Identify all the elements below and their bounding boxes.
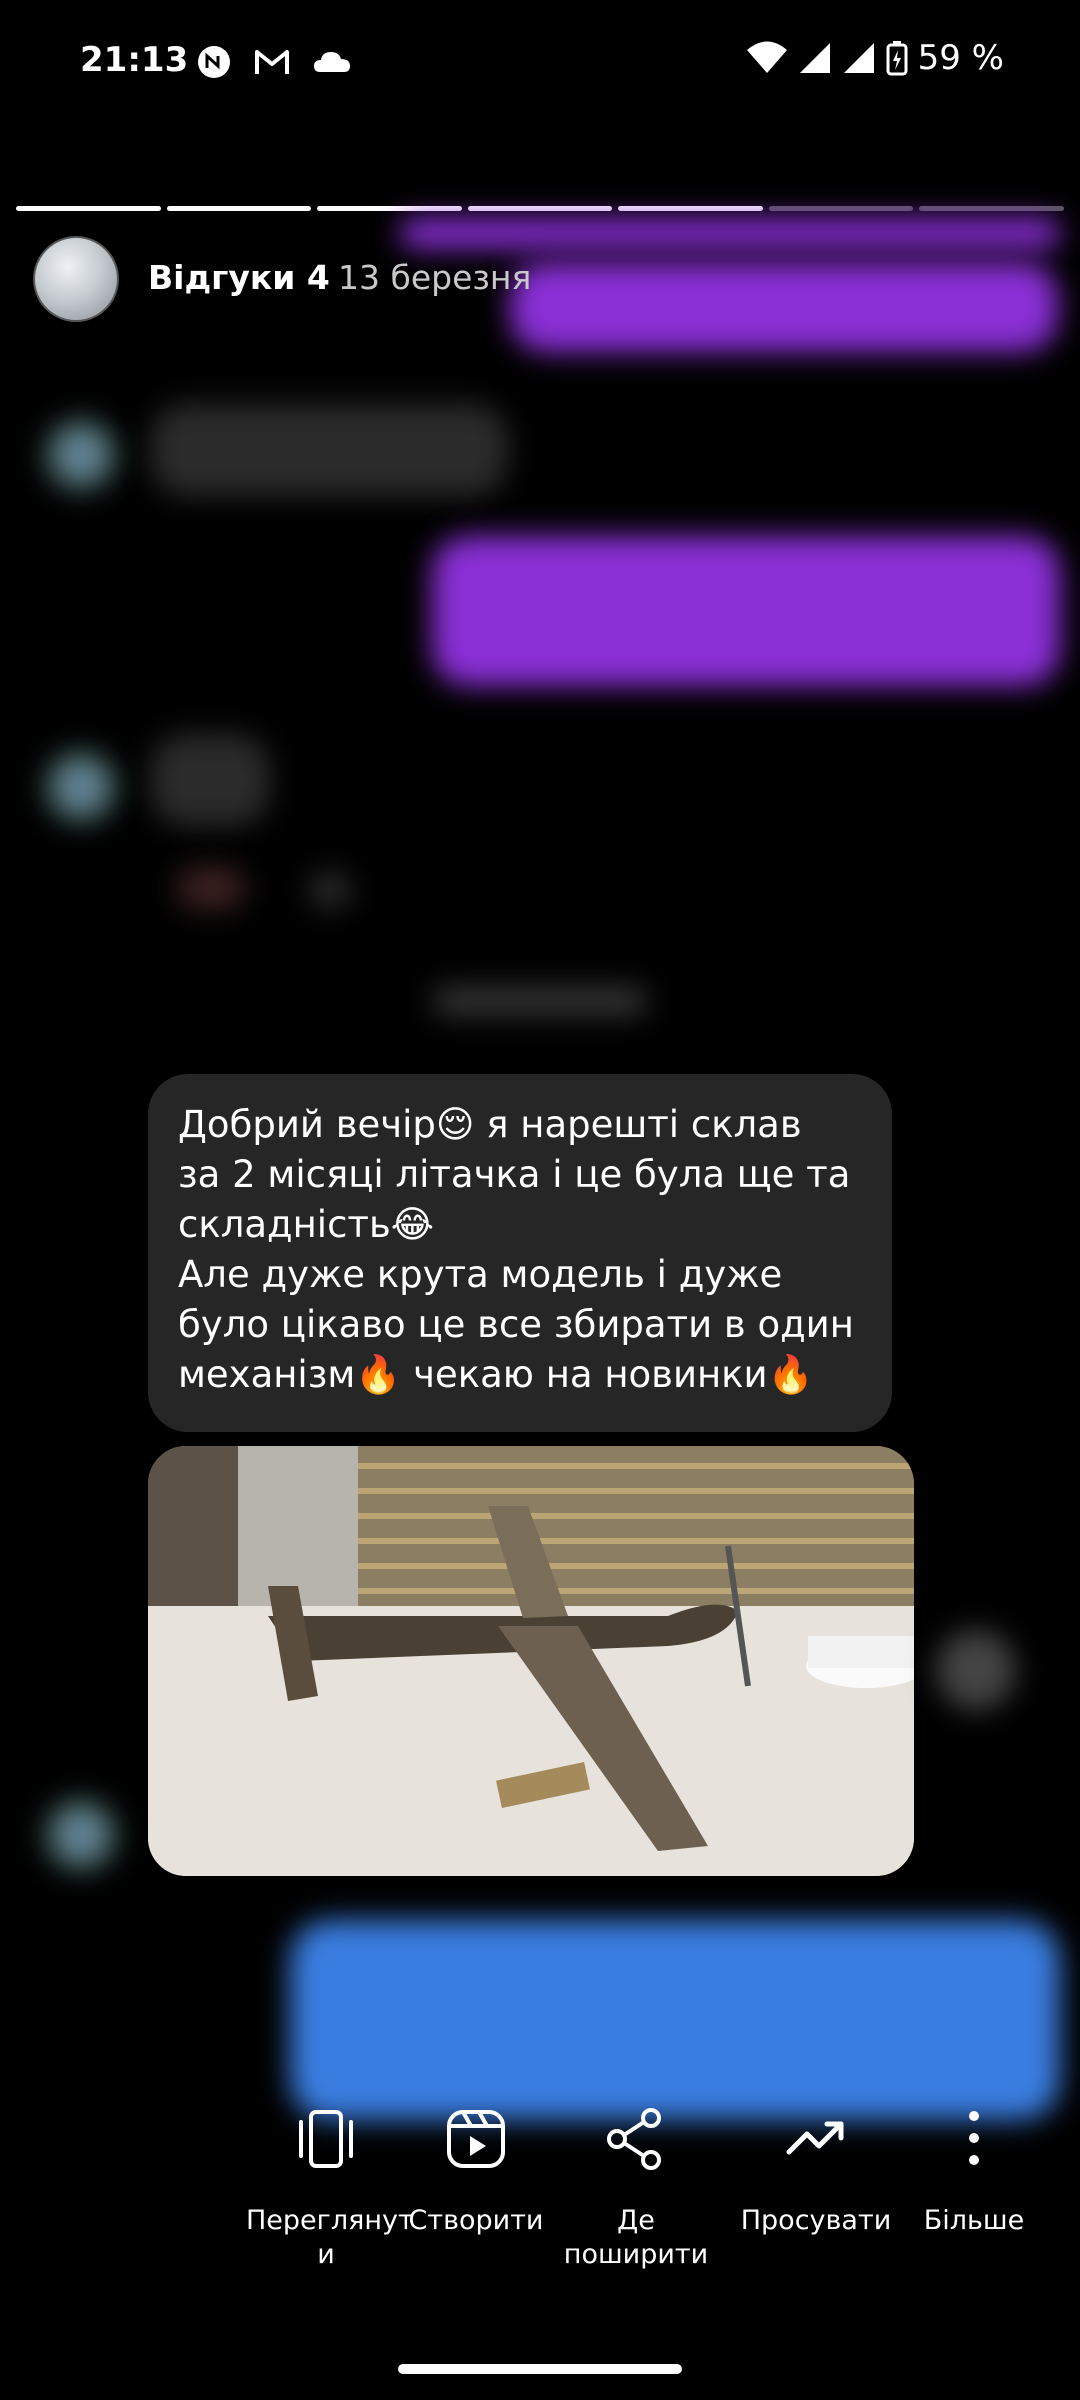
blurred-outgoing-bubble	[510, 262, 1058, 352]
action-view[interactable]: Переглянут и	[246, 2106, 414, 2272]
more-icon	[969, 2111, 979, 2165]
status-right: 59 %	[746, 38, 1004, 78]
action-promote[interactable]: Просувати	[736, 2106, 896, 2238]
action-share[interactable]: Де поширити	[556, 2106, 716, 2272]
story-progress-segment	[166, 206, 312, 211]
signal-icon-2	[843, 43, 874, 73]
action-create[interactable]: Створити	[396, 2106, 556, 2238]
battery-icon	[886, 41, 908, 76]
story-progress-segment	[317, 206, 462, 211]
blurred-incoming-bubble	[150, 734, 270, 826]
battery-percent: 59 %	[917, 38, 1004, 78]
message-photo[interactable]	[148, 1446, 914, 1876]
promote-icon	[786, 2121, 844, 2155]
action-share-label: Де поширити	[563, 2205, 709, 2270]
action-view-label: Переглянут и	[246, 2205, 414, 2270]
blurred-outgoing-bubble	[400, 218, 1060, 248]
wifi-icon	[746, 41, 787, 73]
blurred-reaction	[176, 866, 246, 910]
story-author[interactable]: Відгуки 4	[148, 258, 330, 297]
story-progress-fill	[317, 206, 462, 211]
story-progress-fill	[166, 206, 312, 211]
author-avatar[interactable]	[33, 236, 119, 322]
blurred-avatar	[46, 420, 116, 490]
nfc-icon	[198, 46, 230, 78]
blurred-outgoing-bubble-blue	[290, 1920, 1060, 2120]
story-date: 13 березня	[338, 258, 532, 297]
share-icon	[607, 2108, 661, 2170]
action-create-label: Створити	[408, 2205, 544, 2236]
blurred-avatar	[46, 752, 116, 822]
story-progress-segment	[618, 206, 763, 211]
story-progress-segment	[16, 206, 161, 211]
story-progress-fill	[618, 206, 763, 211]
message-text: Добрий вечір😌 я нарешті склав за 2 місяц…	[178, 1103, 854, 1396]
cloud-icon	[314, 52, 350, 72]
action-promote-label: Просувати	[740, 2205, 892, 2236]
view-icon	[299, 2110, 353, 2168]
blurred-incoming-bubble	[150, 404, 508, 496]
signal-icon	[799, 43, 830, 73]
message-bubble: Добрий вечір😌 я нарешті склав за 2 місяц…	[148, 1074, 892, 1432]
gmail-icon	[255, 50, 289, 74]
home-indicator[interactable]	[398, 2364, 682, 2374]
status-time: 21:13	[80, 40, 189, 80]
blurred-timestamp	[432, 986, 648, 1016]
story-progress-fill	[16, 206, 161, 211]
story-progress-segment	[919, 206, 1065, 211]
action-more-label: Більше	[923, 2205, 1025, 2236]
blurred-outgoing-bubble	[432, 536, 1060, 686]
create-reel-icon	[447, 2110, 505, 2168]
story-progress-fill	[467, 206, 613, 211]
story-progress-segment	[467, 206, 613, 211]
action-more[interactable]: Більше	[894, 2106, 1054, 2238]
blurred-avatar	[46, 1800, 116, 1870]
blurred-share-button	[936, 1630, 1016, 1710]
airplane-model-image	[148, 1446, 914, 1876]
story-progress-segment	[768, 206, 914, 211]
blurred-reaction	[308, 872, 352, 908]
story-progress	[16, 206, 1065, 211]
